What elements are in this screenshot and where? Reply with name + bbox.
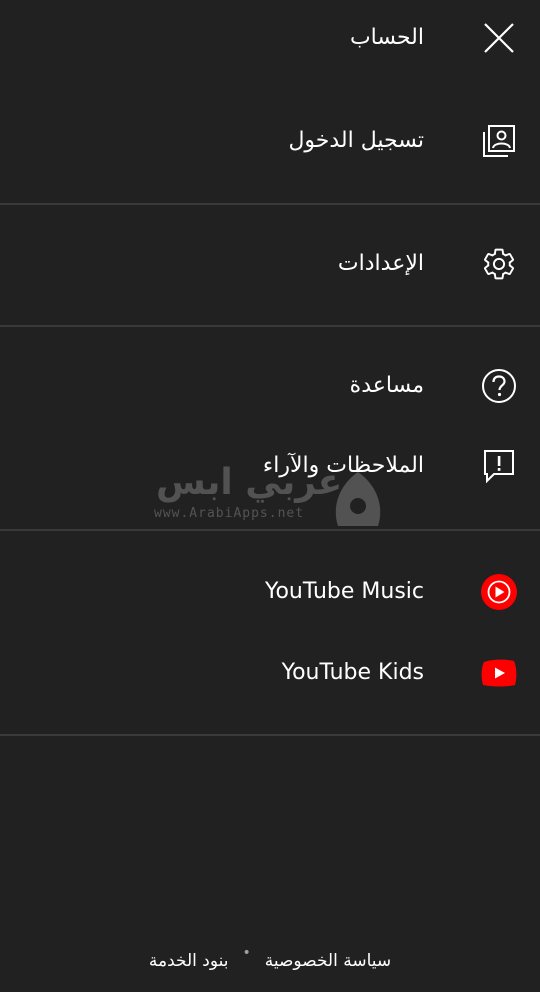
menu-item-youtube-kids[interactable]: YouTube Kids — [0, 637, 540, 709]
settings-label: الإعدادات — [337, 251, 424, 276]
help-label: مساعدة — [349, 373, 424, 398]
help-circle-icon — [480, 367, 518, 405]
divider — [0, 203, 540, 205]
feedback-icon — [480, 447, 518, 485]
close-icon — [484, 23, 514, 53]
menu-item-feedback[interactable]: الملاحظات والآراء — [0, 430, 540, 502]
menu-item-settings[interactable]: الإعدادات — [0, 228, 540, 300]
divider — [0, 734, 540, 736]
footer-separator: • — [242, 945, 251, 961]
youtube-kids-label: YouTube Kids — [281, 660, 424, 685]
watermark-url: www.ArabiApps.net — [154, 506, 305, 521]
menu-item-help[interactable]: مساعدة — [0, 350, 540, 422]
feedback-label: الملاحظات والآراء — [262, 453, 424, 478]
terms-of-service-link[interactable]: بنود الخدمة — [149, 951, 229, 971]
menu-item-sign-in[interactable]: تسجيل الدخول — [0, 105, 540, 177]
account-header: الحساب — [0, 0, 540, 80]
account-box-icon — [480, 122, 518, 160]
close-button[interactable] — [478, 17, 520, 59]
divider — [0, 325, 540, 327]
page-title: الحساب — [349, 25, 424, 50]
youtube-music-icon — [480, 573, 518, 611]
footer-links: سياسة الخصوصية • بنود الخدمة — [0, 945, 540, 976]
divider — [0, 529, 540, 531]
sign-in-label: تسجيل الدخول — [288, 128, 424, 153]
youtube-kids-icon — [480, 654, 518, 692]
youtube-music-label: YouTube Music — [264, 579, 424, 604]
privacy-policy-link[interactable]: سياسة الخصوصية — [265, 951, 391, 971]
gear-icon — [480, 245, 518, 283]
menu-item-youtube-music[interactable]: YouTube Music — [0, 556, 540, 628]
